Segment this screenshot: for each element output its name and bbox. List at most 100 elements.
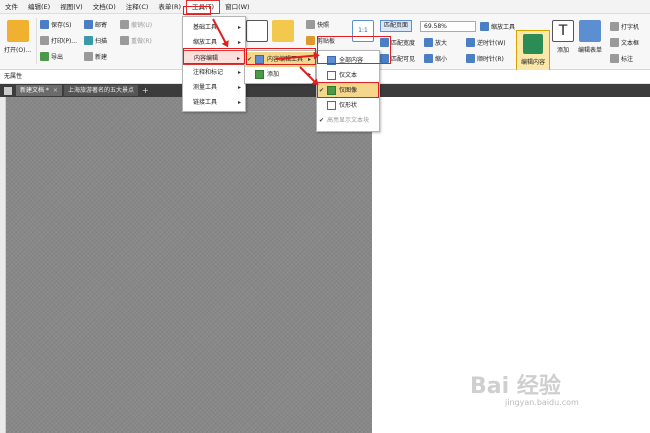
zoom-out-label: 缩小 bbox=[435, 56, 448, 63]
redo-icon bbox=[120, 36, 129, 45]
menu-item-highlight-text-blocks[interactable]: ✔ 高亮显示文本块 bbox=[317, 113, 379, 128]
textbox-icon bbox=[610, 38, 619, 47]
document-canvas[interactable] bbox=[6, 97, 372, 433]
select-tool-button[interactable] bbox=[246, 20, 268, 45]
form-icon bbox=[579, 20, 601, 42]
edit-form-button[interactable]: 编辑表单 bbox=[578, 20, 602, 54]
fit-visible-label: 匹配可见 bbox=[391, 56, 416, 63]
menu-item-label: 链接工具 bbox=[193, 99, 218, 106]
clipboard-icon bbox=[306, 36, 315, 45]
snapshot-label: 快照 bbox=[317, 22, 330, 29]
highlight-box-image-only bbox=[317, 82, 379, 98]
menu-window[interactable]: 窗口(W) bbox=[220, 0, 255, 14]
tab-label: 上海旅游著名的五大景点 bbox=[67, 87, 134, 94]
menu-item-label: 添加 bbox=[267, 71, 280, 78]
text-only-icon bbox=[327, 71, 336, 80]
highlight-box-content-edit bbox=[183, 48, 245, 64]
add-tab-icon[interactable]: + bbox=[142, 86, 149, 95]
menu-bar: 文件 编辑(E) 视图(V) 文档(D) 注释(C) 表单(R) 工具(T) 窗… bbox=[0, 0, 650, 14]
export-button[interactable]: 导出 bbox=[40, 52, 63, 61]
new-label: 新建 bbox=[95, 54, 108, 61]
printer-icon bbox=[40, 36, 49, 45]
menu-item-measure-tools[interactable]: 测量工具 ▸ bbox=[183, 80, 245, 95]
menu-item-label: 测量工具 bbox=[193, 84, 218, 91]
zoom-tool-label: 缩放工具 bbox=[491, 24, 516, 31]
cursor-icon bbox=[246, 20, 268, 42]
scan-button[interactable]: 扫描 bbox=[84, 36, 107, 45]
menu-item-link-tools[interactable]: 链接工具 ▸ bbox=[183, 95, 245, 110]
annotate-button[interactable]: 标注 bbox=[610, 54, 633, 63]
undo-button[interactable]: 撤销(U) bbox=[120, 20, 152, 29]
fit-page-button[interactable]: 匹配页面 bbox=[380, 20, 413, 32]
new-button[interactable]: 新建 bbox=[84, 52, 107, 61]
fit-width-label: 匹配宽度 bbox=[391, 40, 416, 47]
menu-comment[interactable]: 注释(C) bbox=[121, 0, 154, 14]
edit-content-icon bbox=[523, 34, 543, 54]
shape-only-icon bbox=[327, 101, 336, 110]
rotate-cw-icon bbox=[466, 54, 475, 63]
export-label: 导出 bbox=[51, 54, 64, 61]
menu-edit[interactable]: 编辑(E) bbox=[23, 0, 55, 14]
zoom-in-button[interactable]: 放大 bbox=[424, 38, 447, 47]
export-icon bbox=[40, 52, 49, 61]
zoom-out-button[interactable]: 缩小 bbox=[424, 54, 447, 63]
scanner-icon bbox=[84, 36, 93, 45]
save-button[interactable]: 保存(S) bbox=[40, 20, 72, 29]
open-button[interactable]: 打开(O)... bbox=[4, 20, 31, 54]
menu-document[interactable]: 文档(D) bbox=[88, 0, 121, 14]
add-label: 添加 bbox=[556, 47, 569, 54]
rotate-ccw-button[interactable]: 逆时针(W) bbox=[466, 38, 506, 47]
zoom-out-icon bbox=[424, 54, 433, 63]
watermark-url: jingyan.baidu.com bbox=[505, 398, 579, 407]
tab-new-document[interactable]: 新建文档 * × bbox=[16, 85, 62, 96]
menu-item-comment-markup[interactable]: 注释和标记 ▸ bbox=[183, 65, 245, 80]
note-icon bbox=[272, 20, 294, 42]
typewriter-label: 打字机 bbox=[621, 24, 640, 31]
highlight-box-top-toolbar bbox=[317, 36, 391, 64]
watermark-logo: Bai 经验 bbox=[470, 374, 561, 399]
rotate-cw-button[interactable]: 顺时针(R) bbox=[466, 54, 504, 63]
menu-item-label: 高亮显示文本块 bbox=[327, 117, 370, 124]
zoom-input[interactable]: 69.58% bbox=[420, 21, 476, 32]
menu-item-shape-only[interactable]: 仅形状 bbox=[317, 98, 379, 113]
redo-button[interactable]: 重做(R) bbox=[120, 36, 152, 45]
email-button[interactable]: 邮寄 bbox=[84, 20, 107, 29]
menu-item-label: 缩放工具 bbox=[193, 39, 218, 46]
typewriter-icon bbox=[610, 22, 619, 31]
tab-menu-icon[interactable] bbox=[4, 86, 12, 95]
undo-label: 撤销(U) bbox=[131, 22, 153, 29]
textbox-label: 文本框 bbox=[621, 40, 640, 47]
undo-icon bbox=[120, 20, 129, 29]
tab-shanghai[interactable]: 上海旅游著名的五大景点 bbox=[63, 85, 138, 96]
note-tool-button[interactable] bbox=[272, 20, 294, 45]
rotate-ccw-icon bbox=[466, 38, 475, 47]
menu-view[interactable]: 视图(V) bbox=[55, 0, 88, 14]
edit-form-label: 编辑表单 bbox=[578, 47, 603, 54]
print-button[interactable]: 打印(P)... bbox=[40, 36, 77, 45]
menu-form[interactable]: 表单(R) bbox=[153, 0, 186, 14]
open-label: 打开(O)... bbox=[4, 47, 32, 54]
save-label: 保存(S) bbox=[51, 22, 72, 29]
annotate-label: 标注 bbox=[621, 56, 634, 63]
magnifier-icon bbox=[480, 22, 489, 31]
tools-menu: 基础工具 ▸ 缩放工具 ▸ 内容编辑 ▸ 注释和标记 ▸ 测量工具 ▸ 链接工具 ▸ bbox=[182, 16, 246, 112]
snapshot-button[interactable]: 快照 bbox=[306, 20, 329, 29]
chevron-right-icon: ▸ bbox=[237, 69, 241, 76]
typewriter-button[interactable]: 打字机 bbox=[610, 22, 639, 31]
email-label: 邮寄 bbox=[95, 22, 108, 29]
new-doc-icon bbox=[84, 52, 93, 61]
menu-file[interactable]: 文件 bbox=[0, 0, 23, 14]
tab-label: 新建文档 * bbox=[20, 87, 49, 94]
divider bbox=[36, 18, 37, 64]
save-icon bbox=[40, 20, 49, 29]
menu-item-text-only[interactable]: 仅文本 bbox=[317, 68, 379, 83]
rotate-cw-label: 顺时针(R) bbox=[477, 56, 504, 63]
menu-item-label: 仅形状 bbox=[339, 102, 358, 109]
add-button[interactable]: T 添加 bbox=[552, 20, 574, 54]
chevron-right-icon: ▸ bbox=[237, 99, 241, 106]
textbox-button[interactable]: 文本框 bbox=[610, 38, 639, 47]
zoom-tool-button[interactable]: 缩放工具 bbox=[480, 22, 515, 31]
highlight-box-tools-menu bbox=[183, 6, 211, 15]
edit-content-label: 编辑内容 bbox=[520, 59, 545, 66]
close-icon[interactable]: × bbox=[53, 87, 58, 94]
